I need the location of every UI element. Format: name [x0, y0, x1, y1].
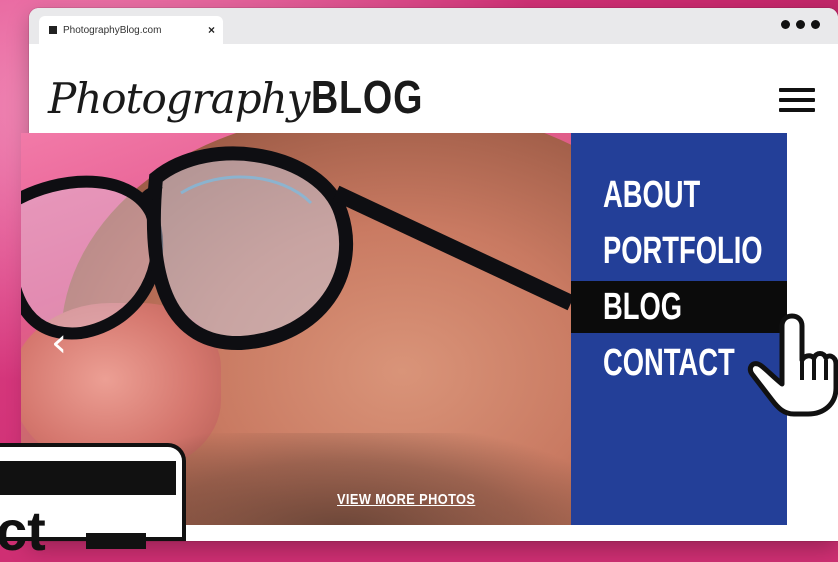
nav-item-about[interactable]: ABOUT — [571, 169, 787, 221]
menu-line — [779, 108, 815, 112]
chevron-left-icon[interactable]: ‹ — [51, 323, 79, 363]
site-logo[interactable]: Photography BLOG — [48, 74, 448, 120]
browser-titlebar: PhotographyBlog.com × — [29, 8, 838, 44]
menu-line — [779, 88, 815, 92]
nav-item-label: ABOUT — [603, 174, 701, 216]
browser-tab[interactable]: PhotographyBlog.com × — [39, 16, 223, 44]
view-more-photos-link[interactable]: VIEW MORE PHOTOS — [337, 491, 475, 508]
menu-line — [779, 98, 815, 102]
nav-item-label: BLOG — [603, 286, 683, 328]
logo-block-text: BLOG — [311, 71, 424, 123]
dot — [796, 20, 805, 29]
menu-icon[interactable] — [779, 88, 815, 112]
overlay-card: ct — [0, 443, 186, 559]
dot — [781, 20, 790, 29]
tab-title: PhotographyBlog.com — [63, 24, 162, 36]
more-dots-icon[interactable] — [781, 20, 820, 29]
overlay-text: ct — [0, 499, 46, 562]
nav-item-label: CONTACT — [603, 342, 735, 384]
nav-item-portfolio[interactable]: PORTFOLIO — [571, 225, 787, 277]
hand-pointer-icon — [747, 313, 838, 417]
dot — [811, 20, 820, 29]
favicon-icon — [49, 26, 57, 34]
close-icon[interactable]: × — [208, 23, 215, 37]
nav-item-label: PORTFOLIO — [603, 230, 763, 272]
overlay-block — [86, 533, 146, 549]
overlay-bar — [0, 461, 176, 495]
logo-script-text: Photography — [48, 74, 310, 123]
